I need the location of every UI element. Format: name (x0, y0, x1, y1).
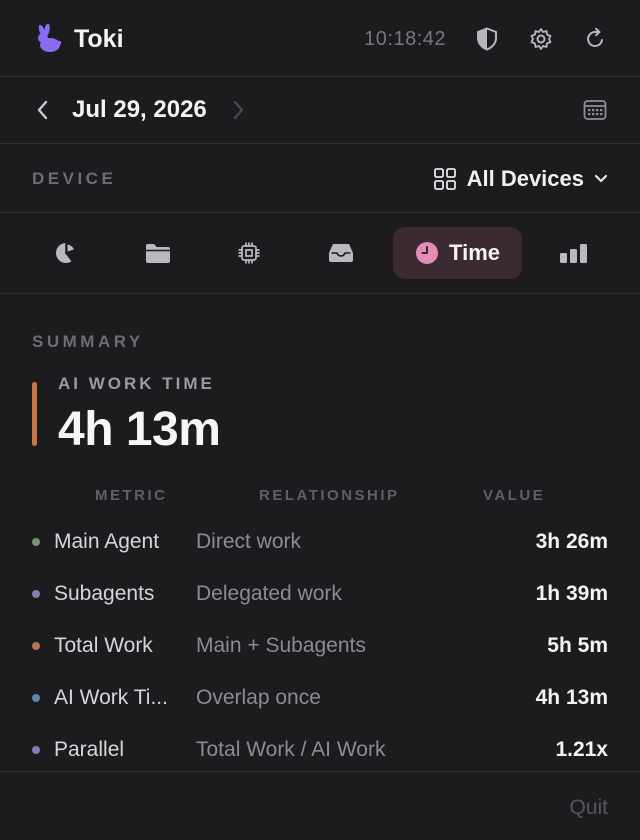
divider (0, 76, 640, 77)
relationship: Total Work / AI Work (196, 738, 386, 761)
metric-name: Total Work (54, 634, 153, 657)
pie-chart-icon (54, 241, 78, 265)
status-dot (32, 642, 40, 650)
shield-icon[interactable] (474, 26, 500, 52)
metric-value: 1h 39m (535, 582, 608, 605)
cpu-chip-icon (237, 241, 261, 265)
tab-time-label: Time (449, 240, 500, 265)
divider (0, 293, 640, 294)
date-navigator: Jul 29, 2026 (0, 86, 640, 134)
metric-value: 4h 13m (535, 686, 608, 709)
app-title: Toki (74, 24, 124, 53)
gear-icon[interactable] (528, 26, 554, 52)
metric-name: AI Work Ti... (54, 686, 168, 709)
divider (0, 212, 640, 213)
chevron-right-icon[interactable] (227, 99, 249, 121)
table-row: AI Work Ti... Overlap once 4h 13m (0, 672, 640, 724)
tab-inbox[interactable] (295, 227, 387, 279)
divider (0, 143, 640, 144)
clock-readout: 10:18:42 (364, 27, 446, 50)
metric-value: 1.21x (555, 738, 608, 761)
view-tabs: Time (0, 226, 640, 280)
column-header-relationship: RELATIONSHIP (259, 487, 400, 504)
summary-label: SUMMARY (32, 332, 144, 351)
status-dot (32, 590, 40, 598)
tab-models[interactable] (203, 227, 295, 279)
tab-time[interactable]: Time (392, 227, 523, 279)
device-select-value: All Devices (466, 166, 584, 191)
quit-button[interactable]: Quit (569, 796, 608, 820)
table-row: Subagents Delegated work 1h 39m (0, 568, 640, 620)
device-label: DEVICE (32, 169, 117, 188)
tab-projects[interactable] (112, 227, 204, 279)
column-header-value: VALUE (483, 487, 546, 504)
status-dot (32, 538, 40, 546)
headline-value: 4h 13m (58, 403, 221, 456)
relationship: Overlap once (196, 686, 321, 709)
inbox-tray-icon (328, 242, 354, 264)
app-window: Toki 10:18:42 Jul 29, 2026 DEVICE All De… (0, 0, 640, 840)
current-date: Jul 29, 2026 (72, 96, 207, 123)
headline-accent-bar (32, 382, 37, 446)
relationship: Delegated work (196, 582, 342, 605)
metric-value: 3h 26m (535, 530, 608, 553)
title-bar: Toki 10:18:42 (0, 16, 640, 62)
folder-icon (145, 242, 171, 264)
status-dot (32, 746, 40, 754)
table-row: Total Work Main + Subagents 5h 5m (0, 620, 640, 672)
headline-label: AI WORK TIME (58, 374, 215, 393)
clock-icon (415, 241, 439, 265)
bar-chart-icon (559, 242, 589, 264)
tab-stats[interactable] (528, 227, 620, 279)
device-select[interactable]: All Devices (433, 166, 608, 192)
table-row: Parallel Total Work / AI Work 1.21x (0, 724, 640, 776)
table-row: Main Agent Direct work 3h 26m (0, 516, 640, 568)
relationship: Direct work (196, 530, 302, 553)
refresh-icon[interactable] (582, 26, 608, 52)
chevron-down-icon (594, 174, 608, 184)
divider (0, 771, 640, 772)
rabbit-logo-icon (32, 24, 62, 54)
device-row: DEVICE All Devices (0, 156, 640, 202)
grid-icon (433, 167, 457, 191)
status-dot (32, 694, 40, 702)
metric-value: 5h 5m (547, 634, 608, 657)
tab-overview[interactable] (20, 227, 112, 279)
column-header-metric: METRIC (95, 487, 168, 504)
metric-name: Main Agent (54, 530, 160, 553)
calendar-icon[interactable] (582, 97, 608, 123)
metric-name: Parallel (54, 738, 125, 761)
relationship: Main + Subagents (196, 634, 366, 657)
chevron-left-icon[interactable] (32, 99, 54, 121)
metric-name: Subagents (54, 582, 155, 605)
